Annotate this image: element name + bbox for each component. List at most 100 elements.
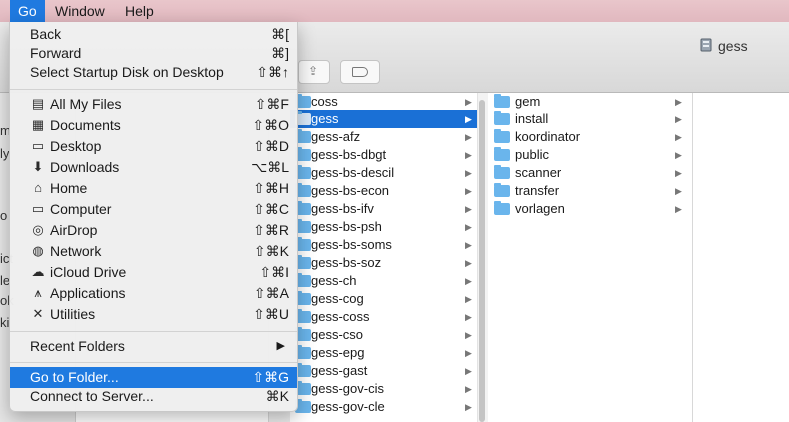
- disclosure-arrow-icon: ▶: [675, 186, 682, 196]
- folder-icon: [494, 165, 510, 179]
- list-item[interactable]: koordinator ▶: [494, 128, 688, 146]
- menu-go[interactable]: Go: [10, 0, 45, 22]
- menu-separator: [10, 362, 297, 363]
- desktop-icon: ▭: [31, 138, 45, 153]
- list-item-selected[interactable]: gess ▶: [290, 110, 477, 128]
- menu-item-network[interactable]: ◍ Network ⇧⌘K: [10, 241, 297, 262]
- list-item[interactable]: gess-cog ▶: [290, 290, 477, 308]
- server-volume-icon: [700, 38, 712, 52]
- network-icon: ◍: [32, 243, 44, 258]
- list-item[interactable]: public ▶: [494, 146, 688, 164]
- tag-icon: [352, 67, 368, 77]
- disclosure-arrow-icon: ▶: [465, 168, 472, 178]
- shortcut-label: ⇧⌘H: [253, 180, 289, 196]
- menu-item-desktop[interactable]: ▭ Desktop ⇧⌘D: [10, 136, 297, 157]
- menu-item-go-to-folder[interactable]: Go to Folder... ⇧⌘G: [10, 367, 297, 388]
- shortcut-label: ⇧⌘G: [252, 369, 289, 385]
- shortcut-label: ⇧⌘D: [253, 138, 289, 154]
- menu-item-icloud-drive[interactable]: ☁ iCloud Drive ⇧⌘I: [10, 262, 297, 283]
- sidebar-fragment[interactable]: o: [0, 208, 7, 223]
- menu-item-applications[interactable]: ⩚ Applications ⇧⌘A: [10, 283, 297, 304]
- menu-item-utilities[interactable]: ✕ Utilities ⇧⌘U: [10, 304, 297, 325]
- list-item[interactable]: gess-coss ▶: [290, 308, 477, 326]
- shortcut-label: ⇧⌘O: [252, 117, 289, 133]
- menu-item-recent-folders[interactable]: Recent Folders ▶: [10, 336, 297, 357]
- list-item[interactable]: coss ▶: [290, 93, 477, 111]
- list-item[interactable]: gess-bs-soz ▶: [290, 254, 477, 272]
- shortcut-label: ⌘]: [271, 45, 289, 61]
- list-item[interactable]: gess-bs-ifv ▶: [290, 200, 477, 218]
- disclosure-arrow-icon: ▶: [465, 276, 472, 286]
- disclosure-arrow-icon: ▶: [465, 294, 472, 304]
- menu-help[interactable]: Help: [117, 0, 162, 22]
- disclosure-arrow-icon: ▶: [465, 402, 472, 412]
- menu-item-all-my-files[interactable]: ▤ All My Files ⇧⌘F: [10, 94, 297, 115]
- sidebar-fragment[interactable]: ly: [0, 146, 9, 161]
- applications-icon: ⩚: [34, 285, 42, 300]
- menu-item-home[interactable]: ⌂ Home ⇧⌘H: [10, 178, 297, 199]
- tags-button[interactable]: [340, 60, 380, 84]
- list-item[interactable]: gess-bs-psh ▶: [290, 218, 477, 236]
- shortcut-label: ⇧⌘U: [253, 306, 289, 322]
- menu-item-documents[interactable]: ▦ Documents ⇧⌘O: [10, 115, 297, 136]
- menu-item-computer[interactable]: ▭ Computer ⇧⌘C: [10, 199, 297, 220]
- share-button[interactable]: ⇪: [298, 60, 330, 84]
- disclosure-arrow-icon: ▶: [465, 312, 472, 322]
- browser-column-4[interactable]: [693, 93, 789, 422]
- menu-item-airdrop[interactable]: ◎ AirDrop ⇧⌘R: [10, 220, 297, 241]
- shortcut-label: ⇧⌘↑: [256, 64, 289, 80]
- list-item[interactable]: gem ▶: [494, 93, 688, 111]
- shortcut-label: ⇧⌘A: [253, 285, 289, 301]
- disclosure-arrow-icon: ▶: [675, 114, 682, 124]
- list-item[interactable]: gess-bs-dbgt ▶: [290, 146, 477, 164]
- shortcut-label: ⌘K: [265, 388, 289, 404]
- list-item[interactable]: transfer ▶: [494, 182, 688, 200]
- menu-window[interactable]: Window: [47, 0, 113, 22]
- disclosure-arrow-icon: ▶: [465, 240, 472, 250]
- submenu-arrow-icon: ▶: [276, 340, 285, 352]
- shortcut-label: ⇧⌘I: [259, 264, 289, 280]
- menu-item-startup-disk[interactable]: Select Startup Disk on Desktop ⇧⌘↑: [10, 62, 297, 83]
- shortcut-label: ⌥⌘L: [251, 159, 289, 175]
- scrollbar-thumb[interactable]: [479, 100, 485, 422]
- browser-column-3[interactable]: gem ▶ install ▶ koordinator ▶ public ▶ scann…: [488, 93, 693, 422]
- list-item[interactable]: scanner ▶: [494, 164, 688, 182]
- disclosure-arrow-icon: ▶: [675, 168, 682, 178]
- disclosure-arrow-icon: ▶: [465, 258, 472, 268]
- list-item[interactable]: gess-cso ▶: [290, 326, 477, 344]
- menu-bar: Go Window Help: [0, 0, 789, 22]
- list-item[interactable]: gess-gast ▶: [290, 362, 477, 380]
- list-item[interactable]: gess-bs-descil ▶: [290, 164, 477, 182]
- menu-separator: [10, 331, 297, 332]
- folder-icon: [494, 94, 510, 108]
- disclosure-arrow-icon: ▶: [465, 204, 472, 214]
- disclosure-arrow-icon: ▶: [465, 132, 472, 142]
- menu-separator: [10, 89, 297, 90]
- list-item[interactable]: vorlagen ▶: [494, 200, 688, 218]
- disclosure-arrow-icon: ▶: [675, 97, 682, 107]
- menu-item-connect-to-server[interactable]: Connect to Server... ⌘K: [10, 386, 297, 407]
- list-item[interactable]: gess-gov-cis ▶: [290, 380, 477, 398]
- sidebar-fragment[interactable]: ki: [0, 315, 9, 330]
- shortcut-label: ⇧⌘R: [253, 222, 289, 238]
- menu-item-back[interactable]: Back ⌘[: [10, 24, 297, 45]
- list-item[interactable]: gess-ch ▶: [290, 272, 477, 290]
- disclosure-arrow-icon: ▶: [465, 222, 472, 232]
- disclosure-arrow-icon: ▶: [675, 204, 682, 214]
- list-item[interactable]: gess-bs-econ ▶: [290, 182, 477, 200]
- browser-column-2[interactable]: coss ▶ gess ▶ gess-afz ▶ gess-bs-dbgt ▶ ge…: [290, 93, 477, 422]
- list-item[interactable]: gess-gov-cle ▶: [290, 398, 477, 416]
- list-item[interactable]: install ▶: [494, 110, 688, 128]
- shortcut-label: ⌘[: [271, 26, 289, 42]
- menu-item-downloads[interactable]: ⬇ Downloads ⌥⌘L: [10, 157, 297, 178]
- menu-item-forward[interactable]: Forward ⌘]: [10, 43, 297, 64]
- list-item[interactable]: gess-epg ▶: [290, 344, 477, 362]
- disclosure-arrow-icon: ▶: [465, 150, 472, 160]
- list-item[interactable]: gess-bs-soms ▶: [290, 236, 477, 254]
- documents-icon: ▦: [31, 117, 45, 132]
- list-item[interactable]: gess-afz ▶: [290, 128, 477, 146]
- computer-icon: ▭: [31, 201, 45, 216]
- folder-icon: [494, 147, 510, 161]
- folder-icon: [494, 129, 510, 143]
- disclosure-arrow-icon: ▶: [465, 97, 472, 107]
